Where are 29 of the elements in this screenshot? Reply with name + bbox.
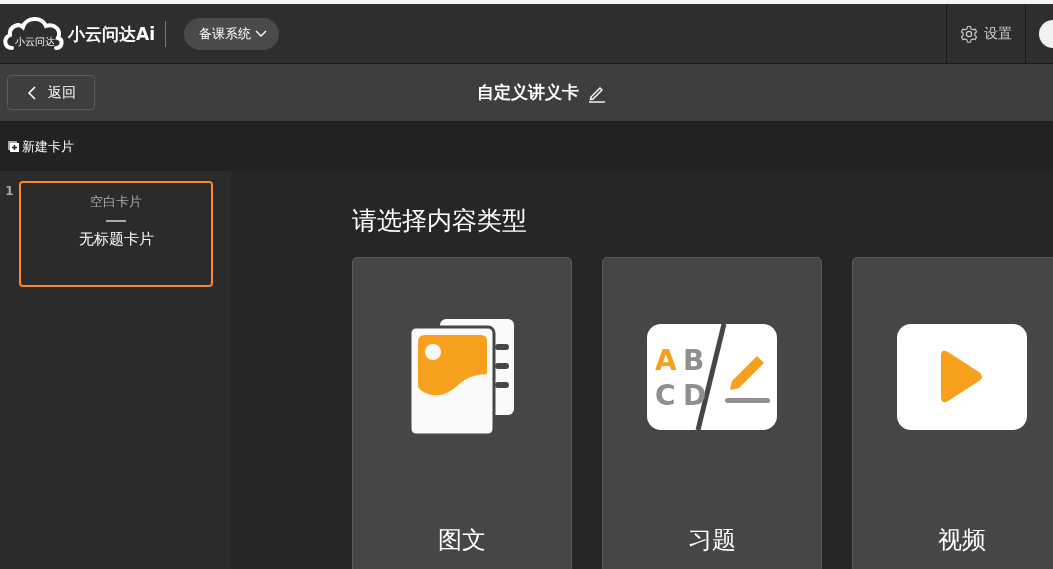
content-type-label: 图文 — [438, 525, 486, 556]
logo-text: 小云问达Ai — [68, 22, 155, 46]
card-title: 无标题卡片 — [78, 230, 154, 249]
logo-subtext: 小云问达 — [15, 36, 55, 47]
content-type-label: 习题 — [688, 525, 736, 556]
content-type-card[interactable]: 视频 — [852, 257, 1053, 569]
card-thumbnail[interactable]: 空白卡片 无标题卡片 — [19, 181, 213, 287]
content-type-heading: 请选择内容类型 — [352, 205, 528, 237]
page-title: 自定义讲义卡 — [476, 81, 579, 104]
play-video-icon — [897, 324, 1027, 430]
quiz-letter: A — [655, 344, 677, 377]
content-type-card[interactable]: A B C D 习题 — [602, 257, 822, 569]
quiz-letter: D — [683, 379, 707, 412]
back-button[interactable]: 返回 — [7, 75, 95, 110]
new-card-button[interactable]: 新建卡片 — [0, 137, 74, 156]
card-type-label: 空白卡片 — [90, 193, 142, 211]
quiz-letter: C — [655, 379, 676, 412]
settings-icon — [960, 24, 978, 43]
image-document-icon — [410, 319, 514, 435]
content-type-label: 视频 — [938, 525, 986, 556]
content-type-card[interactable]: 图文 — [352, 257, 572, 569]
add-card-icon — [8, 141, 19, 152]
settings-button[interactable]: 设置 — [946, 4, 1026, 63]
chevron-down-icon — [255, 29, 267, 38]
chevron-left-icon — [26, 85, 36, 100]
system-dropdown[interactable]: 备课系统 — [184, 17, 279, 50]
pencil-icon — [730, 356, 764, 390]
quiz-letter: B — [683, 344, 705, 377]
card-number: 1 — [4, 183, 15, 198]
